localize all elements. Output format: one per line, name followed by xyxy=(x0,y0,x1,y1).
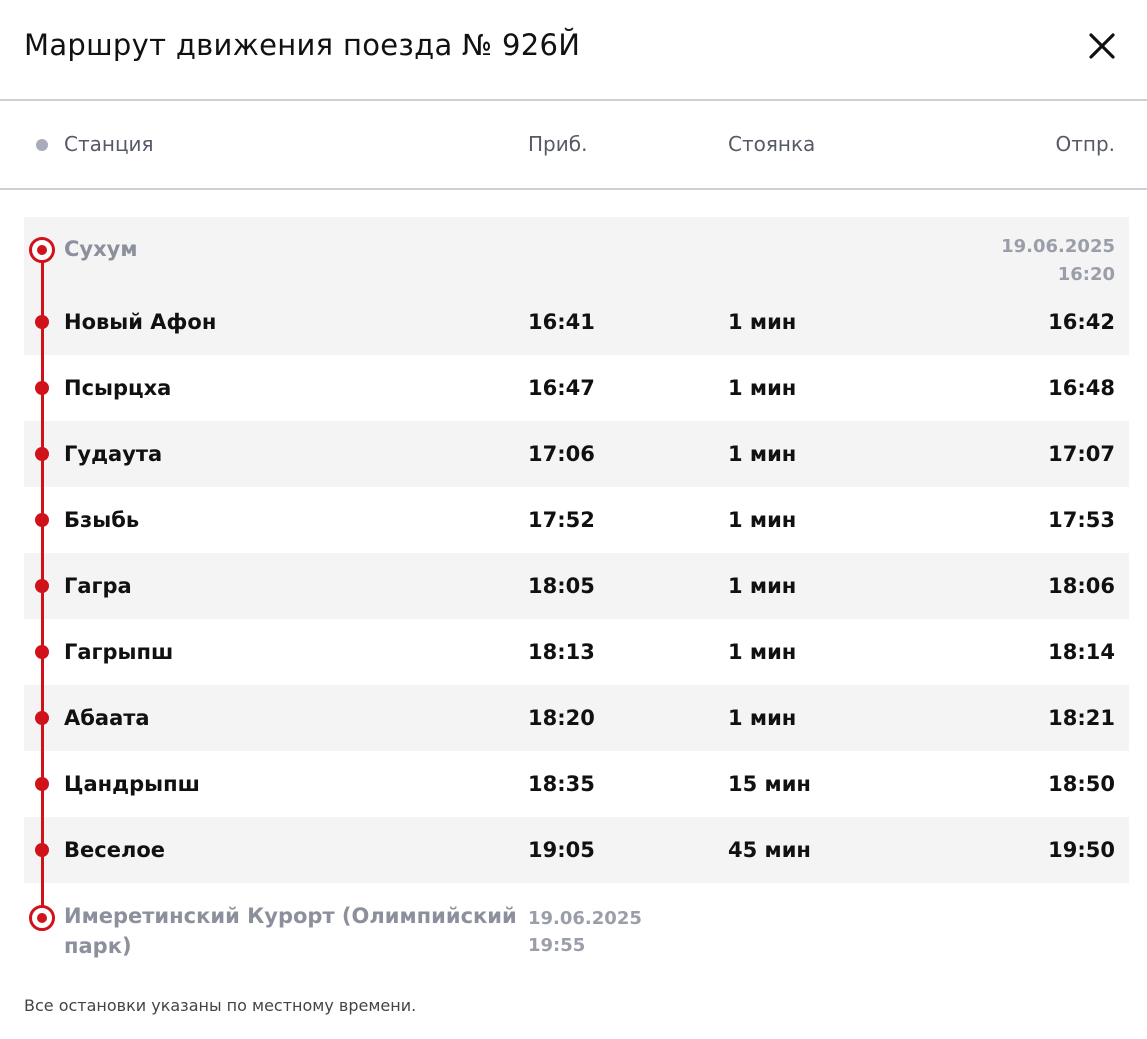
arrival-time: 19:05 xyxy=(528,838,595,862)
table-row: Абаата 18:20 1 мин 18:21 xyxy=(24,685,1129,751)
terminal-station-icon xyxy=(29,237,55,263)
arrival-time: 18:05 xyxy=(528,574,595,598)
station-name: Гагра xyxy=(64,574,132,598)
table-row: Гудаута 17:06 1 мин 17:07 xyxy=(24,421,1129,487)
stop-duration: 1 мин xyxy=(728,508,797,532)
table-header: Станция Приб. Стоянка Отпр. xyxy=(0,101,1147,190)
station-dot-icon xyxy=(35,447,49,461)
station-dot-icon xyxy=(35,513,49,527)
destination-arrival-time: 19:55 xyxy=(528,935,586,956)
departure-time: 17:53 xyxy=(1048,508,1115,532)
station-dot-icon xyxy=(35,777,49,791)
stop-duration: 45 мин xyxy=(728,838,811,862)
station-dot-icon xyxy=(35,645,49,659)
destination-station-name: Имеретинский Курорт (Олимпийский xyxy=(64,904,517,928)
departure-time: 18:21 xyxy=(1048,706,1115,730)
stop-duration: 1 мин xyxy=(728,706,797,730)
arrival-time: 17:52 xyxy=(528,508,595,532)
station-name: Бзыбь xyxy=(64,508,140,532)
table-row: Псырцха 16:47 1 мин 16:48 xyxy=(24,355,1129,421)
destination-arrival-date: 19.06.2025 xyxy=(528,908,642,929)
column-stop: Стоянка xyxy=(728,132,816,156)
table-row-destination: Имеретинский Курорт (Олимпийский парк) 1… xyxy=(24,885,1129,975)
close-icon[interactable] xyxy=(1084,28,1120,64)
station-name: Веселое xyxy=(64,838,165,862)
stop-duration: 1 мин xyxy=(728,442,797,466)
stop-duration: 1 мин xyxy=(728,310,797,334)
station-name: Гудаута xyxy=(64,442,163,466)
station-name: Абаата xyxy=(64,706,150,730)
destination-station-name-cont: парк) xyxy=(64,934,132,958)
terminal-station-icon xyxy=(29,905,55,931)
station-dot-icon xyxy=(35,843,49,857)
column-departure: Отпр. xyxy=(1055,132,1115,156)
table-row: Гагра 18:05 1 мин 18:06 xyxy=(24,553,1129,619)
origin-station-name: Сухум xyxy=(64,237,138,261)
stop-duration: 15 мин xyxy=(728,772,811,796)
footnote: Все остановки указаны по местному времен… xyxy=(24,996,417,1015)
station-dot-icon xyxy=(35,381,49,395)
origin-departure-date: 19.06.2025 xyxy=(1001,236,1115,257)
station-name: Цандрыпш xyxy=(64,772,200,796)
departure-time: 18:06 xyxy=(1048,574,1115,598)
station-name: Гагрыпш xyxy=(64,640,174,664)
station-dot-icon xyxy=(35,315,49,329)
table-row: Бзыбь 17:52 1 мин 17:53 xyxy=(24,487,1129,553)
departure-time: 17:07 xyxy=(1048,442,1115,466)
column-station: Станция xyxy=(64,132,154,156)
station-name: Псырцха xyxy=(64,376,172,400)
arrival-time: 16:41 xyxy=(528,310,595,334)
station-dot-icon xyxy=(35,711,49,725)
table-row: Цандрыпш 18:35 15 мин 18:50 xyxy=(24,751,1129,817)
arrival-time: 16:47 xyxy=(528,376,595,400)
arrival-time: 18:20 xyxy=(528,706,595,730)
arrival-time: 17:06 xyxy=(528,442,595,466)
table-row: Гагрыпш 18:13 1 мин 18:14 xyxy=(24,619,1129,685)
origin-departure-time: 16:20 xyxy=(1057,264,1115,285)
table-row-origin: Сухум 19.06.2025 16:20 Новый Афон 16:41 … xyxy=(24,217,1129,355)
departure-time: 19:50 xyxy=(1048,838,1115,862)
dialog-title: Маршрут движения поезда № 926Й xyxy=(24,28,581,62)
station-dot-icon xyxy=(35,579,49,593)
dialog-header: Маршрут движения поезда № 926Й xyxy=(0,0,1147,101)
stop-duration: 1 мин xyxy=(728,574,797,598)
arrival-time: 18:13 xyxy=(528,640,595,664)
departure-time: 16:42 xyxy=(1048,310,1115,334)
station-dot-icon xyxy=(36,139,48,151)
table-row: Веселое 19:05 45 мин 19:50 xyxy=(24,817,1129,883)
departure-time: 18:50 xyxy=(1048,772,1115,796)
departure-time: 16:48 xyxy=(1048,376,1115,400)
column-arrival: Приб. xyxy=(528,132,588,156)
stop-duration: 1 мин xyxy=(728,640,797,664)
station-name: Новый Афон xyxy=(64,310,217,334)
departure-time: 18:14 xyxy=(1048,640,1115,664)
arrival-time: 18:35 xyxy=(528,772,595,796)
stop-duration: 1 мин xyxy=(728,376,797,400)
